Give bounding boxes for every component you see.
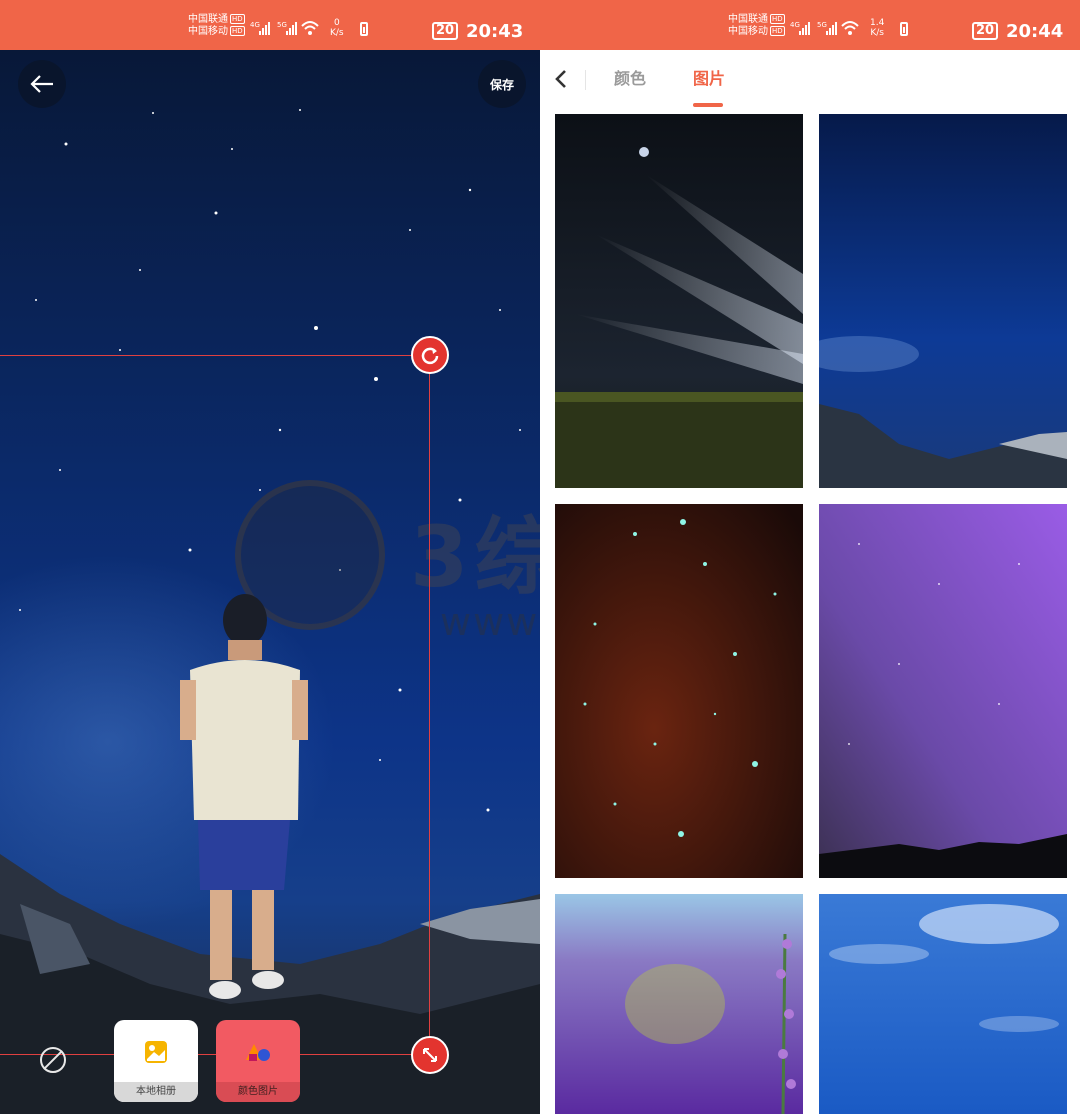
- clock: 20:44: [1006, 21, 1064, 42]
- carrier-2: 中国移动: [728, 26, 768, 37]
- background-picker: 颜色 图片: [540, 50, 1080, 1114]
- carrier-info: 中国联通 HD 中国移动 HD: [188, 14, 245, 38]
- editor-canvas[interactable]: 3综合社区 www.i3zh.com: [0, 50, 540, 1114]
- rotate-icon: [421, 347, 439, 365]
- carrier-info: 中国联通 HD 中国移动 HD: [728, 14, 785, 38]
- back-button[interactable]: [18, 60, 66, 108]
- no-background-icon[interactable]: [40, 1047, 66, 1073]
- background-thumbnail[interactable]: [819, 504, 1067, 878]
- status-bar-left: 中国联通 HD 中国移动 HD 4G 5G 0 K/s 20 20:43: [0, 0, 540, 50]
- background-thumbnail[interactable]: [555, 114, 803, 488]
- color-image-label: 颜色图片: [216, 1082, 300, 1102]
- background-thumbnail[interactable]: [555, 894, 803, 1114]
- chevron-left-icon[interactable]: [554, 66, 574, 92]
- svg-text:5G: 5G: [277, 21, 287, 29]
- hd-badge: HD: [770, 14, 785, 24]
- tab-bar: 颜色 图片: [540, 50, 1080, 110]
- battery-small-icon: [900, 22, 908, 36]
- svg-text:4G: 4G: [790, 21, 800, 29]
- signal-icon: 4G 5G: [250, 21, 319, 35]
- tab-active-indicator: [693, 103, 723, 107]
- local-album-button[interactable]: 本地相册: [114, 1020, 198, 1102]
- selection-top-edge: [0, 355, 430, 356]
- photo-icon: [114, 1020, 198, 1084]
- carrier-2: 中国移动: [188, 26, 228, 37]
- svg-text:4G: 4G: [250, 21, 260, 29]
- battery-small-icon: [360, 22, 368, 36]
- net-rate: 0 K/s: [330, 18, 344, 38]
- local-album-label: 本地相册: [114, 1082, 198, 1102]
- background-thumbnail[interactable]: [819, 894, 1067, 1114]
- tab-image[interactable]: 图片: [693, 68, 725, 90]
- clock: 20:43: [466, 21, 524, 42]
- hd-badge: HD: [230, 26, 245, 36]
- carrier-1: 中国联通: [728, 14, 768, 25]
- battery-level: 20: [432, 22, 459, 40]
- carrier-1: 中国联通: [188, 14, 228, 25]
- background-thumbnail[interactable]: [819, 114, 1067, 488]
- signal-icon: 4G 5G: [790, 21, 859, 35]
- battery-level: 20: [972, 22, 999, 40]
- palette-icon: [216, 1020, 300, 1084]
- hd-badge: HD: [770, 26, 785, 36]
- net-rate: 1.4 K/s: [870, 18, 885, 38]
- arrow-left-icon: [30, 75, 53, 93]
- divider: [585, 70, 586, 90]
- color-image-button[interactable]: 颜色图片: [216, 1020, 300, 1102]
- status-bar-right: 中国联通 HD 中国移动 HD 4G 5G 1.4 K/s 20 20:44: [540, 0, 1080, 50]
- person-cutout[interactable]: [180, 590, 310, 1010]
- bottom-toolbar: 本地相册 颜色图片: [0, 1020, 540, 1110]
- hd-badge: HD: [230, 14, 245, 24]
- selection-right-edge: [429, 355, 430, 1055]
- rotate-handle[interactable]: [411, 336, 449, 374]
- save-button[interactable]: 保存: [478, 60, 526, 108]
- svg-text:5G: 5G: [817, 21, 827, 29]
- background-thumbnail[interactable]: [555, 504, 803, 878]
- tab-color[interactable]: 颜色: [614, 68, 646, 90]
